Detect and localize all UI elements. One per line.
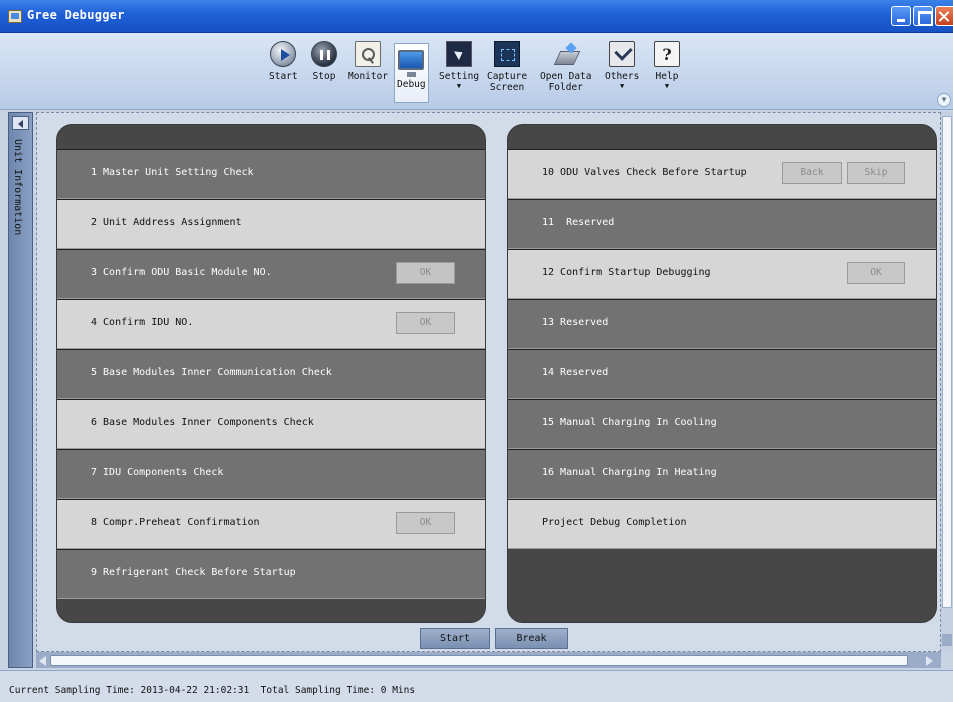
step-row[interactable]: 11 Reserved — [508, 199, 936, 249]
start-tool-label: Start — [269, 71, 298, 82]
start-tool-button[interactable]: Start — [269, 41, 298, 82]
ok-button[interactable]: OK — [847, 262, 905, 284]
vertical-scrollbar-thumb[interactable] — [942, 116, 952, 608]
step-row[interactable]: 10 ODU Valves Check Before Startup Back … — [508, 149, 936, 199]
vertical-scrollbar[interactable] — [941, 112, 953, 652]
capture-screen-tool-button[interactable]: Capture Screen — [487, 41, 527, 93]
step-row[interactable]: 6 Base Modules Inner Components Check — [57, 399, 485, 449]
chevron-down-icon: ▼ — [664, 82, 670, 90]
help-tool-label: Help — [655, 71, 679, 82]
window-title: Gree Debugger — [27, 8, 125, 22]
step-label: 2 Unit Address Assignment — [91, 217, 242, 228]
horizontal-scrollbar[interactable] — [36, 652, 941, 668]
help-icon — [654, 41, 680, 67]
step-label: 14 Reserved — [542, 367, 609, 378]
debug-steps-panel-left: 1 Master Unit Setting Check 2 Unit Addre… — [56, 124, 486, 623]
sampling-time-status: Current Sampling Time: 2013-04-22 21:02:… — [9, 685, 416, 696]
step-label: 11 Reserved — [542, 217, 615, 228]
setting-icon — [446, 41, 473, 67]
step-row[interactable]: 14 Reserved — [508, 349, 936, 399]
horizontal-scrollbar-thumb[interactable] — [50, 655, 908, 666]
step-row[interactable]: 3 Confirm ODU Basic Module NO. OK — [57, 249, 485, 299]
step-label: 12 Confirm Startup Debugging — [542, 267, 711, 278]
step-label: 4 Confirm IDU NO. — [91, 317, 194, 328]
step-label: 10 ODU Valves Check Before Startup — [542, 167, 747, 178]
play-icon — [270, 41, 297, 67]
debug-steps-panel-right: 10 ODU Valves Check Before Startup Back … — [507, 124, 937, 623]
capture-screen-tool-label: Capture Screen — [487, 71, 528, 93]
step-row[interactable]: 1 Master Unit Setting Check — [57, 149, 485, 199]
step-label: 1 Master Unit Setting Check — [91, 167, 254, 178]
others-tool-label: Others — [605, 71, 640, 82]
step-row[interactable]: Project Debug Completion — [508, 499, 936, 549]
title-bar[interactable]: Gree Debugger — [0, 0, 953, 33]
ok-button[interactable]: OK — [396, 262, 455, 284]
step-row[interactable]: 13 Reserved — [508, 299, 936, 349]
step-row[interactable]: 2 Unit Address Assignment — [57, 199, 485, 249]
setting-tool-button[interactable]: Setting ▼ — [439, 41, 479, 90]
open-data-folder-tool-button[interactable]: Open Data Folder — [540, 41, 591, 93]
folder-icon — [553, 41, 579, 67]
step-row[interactable]: 8 Compr.Preheat Confirmation OK — [57, 499, 485, 549]
ok-button[interactable]: OK — [396, 512, 455, 534]
close-button[interactable] — [935, 6, 953, 26]
start-debug-button[interactable]: Start — [420, 628, 490, 649]
step-row[interactable]: 5 Base Modules Inner Communication Check — [57, 349, 485, 399]
step-label: Project Debug Completion — [542, 517, 687, 528]
step-row[interactable]: 4 Confirm IDU NO. OK — [57, 299, 485, 349]
unit-information-sidebar[interactable]: Unit Information — [8, 112, 33, 668]
step-row[interactable]: 12 Confirm Startup Debugging OK — [508, 249, 936, 299]
chevron-down-icon: ▼ — [456, 82, 462, 90]
setting-tool-label: Setting — [439, 71, 480, 82]
skip-button[interactable]: Skip — [847, 162, 905, 184]
step-label: 16 Manual Charging In Heating — [542, 467, 717, 478]
monitor-tool-label: Monitor — [348, 71, 389, 82]
maximize-button[interactable] — [913, 6, 933, 26]
stop-tool-label: Stop — [312, 71, 336, 82]
step-label: 7 IDU Components Check — [91, 467, 224, 478]
step-label: 8 Compr.Preheat Confirmation — [91, 517, 260, 528]
computer-icon — [398, 50, 425, 77]
step-row[interactable]: 7 IDU Components Check — [57, 449, 485, 499]
step-label: 9 Refrigerant Check Before Startup — [91, 567, 296, 578]
monitor-tool-button[interactable]: Monitor — [348, 41, 388, 82]
scroll-down-icon[interactable] — [942, 634, 952, 646]
back-button[interactable]: Back — [782, 162, 842, 184]
open-data-folder-tool-label: Open Data Folder — [540, 71, 592, 93]
break-debug-button[interactable]: Break — [495, 628, 568, 649]
monitor-icon — [355, 41, 382, 67]
sidebar-label: Unit Information — [12, 139, 23, 236]
scroll-right-icon[interactable] — [926, 656, 933, 666]
status-bar: Current Sampling Time: 2013-04-22 21:02:… — [0, 670, 953, 702]
others-tool-button[interactable]: Others ▼ — [605, 41, 639, 90]
debug-tool-button[interactable]: Debug — [394, 43, 429, 103]
stop-icon — [311, 41, 337, 67]
ok-button[interactable]: OK — [396, 312, 455, 334]
minimize-button[interactable] — [891, 6, 911, 26]
help-tool-button[interactable]: Help ▼ — [654, 41, 680, 90]
expand-sidebar-icon[interactable] — [12, 116, 29, 130]
collapse-toolbar-button[interactable]: ▼ — [937, 93, 951, 107]
step-label: 5 Base Modules Inner Communication Check — [91, 367, 332, 378]
debug-tool-label: Debug — [397, 79, 426, 90]
capture-icon — [494, 41, 521, 67]
step-row[interactable]: 9 Refrigerant Check Before Startup — [57, 549, 485, 599]
checkbox-icon — [609, 41, 636, 67]
scroll-left-icon[interactable] — [39, 656, 46, 666]
app-icon — [8, 10, 22, 23]
stop-tool-button[interactable]: Stop — [311, 41, 337, 82]
toolbar: Start Stop Monitor Debug Setting ▼ Captu… — [0, 33, 953, 110]
step-label: 6 Base Modules Inner Components Check — [91, 417, 314, 428]
chevron-down-icon: ▼ — [620, 82, 625, 90]
step-label: 3 Confirm ODU Basic Module NO. — [91, 267, 272, 278]
step-row[interactable]: 16 Manual Charging In Heating — [508, 449, 936, 499]
step-label: 13 Reserved — [542, 317, 609, 328]
step-row[interactable]: 15 Manual Charging In Cooling — [508, 399, 936, 449]
step-label: 15 Manual Charging In Cooling — [542, 417, 717, 428]
